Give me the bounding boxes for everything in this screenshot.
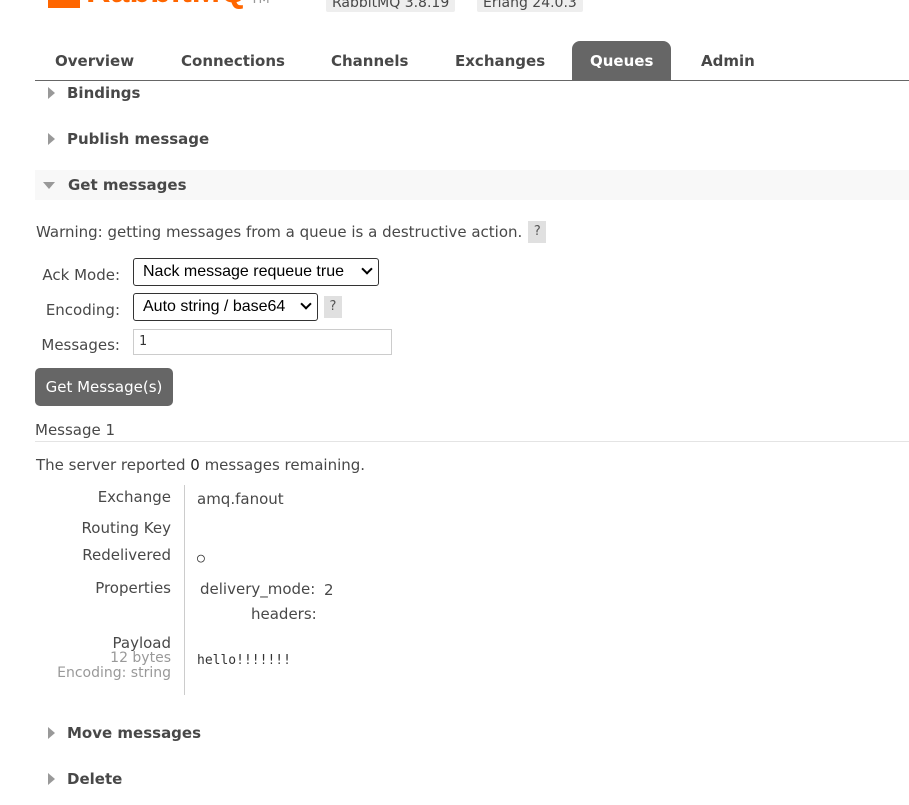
encoding-select[interactable]: Auto string / base64 (133, 293, 318, 321)
tab-overview[interactable]: Overview (55, 41, 134, 80)
payload-bytes: 12 bytes (110, 650, 171, 666)
encoding-value: Auto string / base64 (143, 298, 286, 315)
payload-value: hello!!!!!!! (197, 653, 291, 668)
logo-mark-icon (48, 0, 80, 8)
section-bindings-label: Bindings (67, 84, 141, 102)
warning-text: Warning: getting messages from a queue i… (36, 223, 523, 241)
redelivered-value: ○ (197, 551, 205, 566)
tab-queues[interactable]: Queues (572, 41, 672, 80)
rabbitmq-logo: RabbitMQ TM (48, 0, 270, 8)
server-report-suffix: messages remaining. (199, 456, 366, 474)
section-delete[interactable]: Delete (35, 764, 909, 794)
destructive-warning: Warning: getting messages from a queue i… (36, 220, 547, 244)
tab-connections[interactable]: Connections (181, 41, 285, 80)
section-move-label: Move messages (67, 724, 202, 742)
delivery-mode-label: delivery_mode: (200, 580, 316, 598)
server-report-prefix: The server reported (36, 456, 191, 474)
messages-count-input[interactable]: 1 (133, 329, 392, 355)
chevron-down-icon (300, 298, 312, 310)
tab-admin[interactable]: Admin (701, 41, 755, 80)
details-divider (184, 485, 185, 695)
encoding-help-icon[interactable]: ? (324, 296, 342, 318)
rabbitmq-version-badge: RabbitMQ 3.8.19 (326, 0, 456, 12)
message-details-table: Exchange amq.fanout Routing Key Redelive… (35, 485, 435, 695)
erlang-version-badge: Erlang 24.0.3 (477, 0, 583, 12)
expand-arrow-icon (48, 727, 55, 739)
section-bindings[interactable]: Bindings (35, 78, 909, 108)
help-icon[interactable]: ? (528, 221, 547, 243)
ack-mode-value: Nack message requeue true (143, 263, 344, 280)
ack-mode-label: Ack Mode: (42, 266, 120, 284)
routing-key-label: Routing Key (81, 519, 171, 537)
exchange-value: amq.fanout (197, 490, 284, 508)
expand-arrow-icon (48, 773, 55, 785)
tab-channels[interactable]: Channels (331, 41, 408, 80)
headers-label: headers: (251, 605, 317, 623)
logo-text: RabbitMQ (86, 0, 247, 8)
section-publish-label: Publish message (67, 130, 210, 148)
delivery-mode-value: 2 (324, 581, 334, 599)
server-report: The server reported 0 messages remaining… (36, 456, 365, 474)
expand-arrow-icon (48, 133, 55, 145)
messages-remaining-count: 0 (190, 456, 200, 474)
section-publish-message[interactable]: Publish message (35, 124, 909, 154)
expand-arrow-icon (48, 87, 55, 99)
redelivered-label: Redelivered (82, 546, 171, 564)
section-delete-label: Delete (67, 770, 123, 788)
payload-encoding: Encoding: string (57, 665, 171, 681)
collapse-arrow-icon (43, 181, 55, 189)
section-get-messages[interactable]: Get messages (35, 170, 909, 200)
properties-label: Properties (95, 579, 171, 597)
messages-label: Messages: (41, 336, 120, 354)
main-nav-tabs: Overview Connections Channels Exchanges … (35, 41, 909, 81)
logo-tm: TM (251, 0, 270, 8)
chevron-down-icon (361, 263, 373, 275)
exchange-label: Exchange (97, 488, 171, 506)
encoding-label: Encoding: (45, 301, 120, 319)
tab-exchanges[interactable]: Exchanges (455, 41, 545, 80)
message-title: Message 1 (35, 421, 909, 442)
section-get-label: Get messages (68, 176, 187, 194)
section-move-messages[interactable]: Move messages (35, 718, 909, 748)
get-messages-button[interactable]: Get Message(s) (35, 368, 173, 406)
ack-mode-select[interactable]: Nack message requeue true (133, 258, 379, 286)
